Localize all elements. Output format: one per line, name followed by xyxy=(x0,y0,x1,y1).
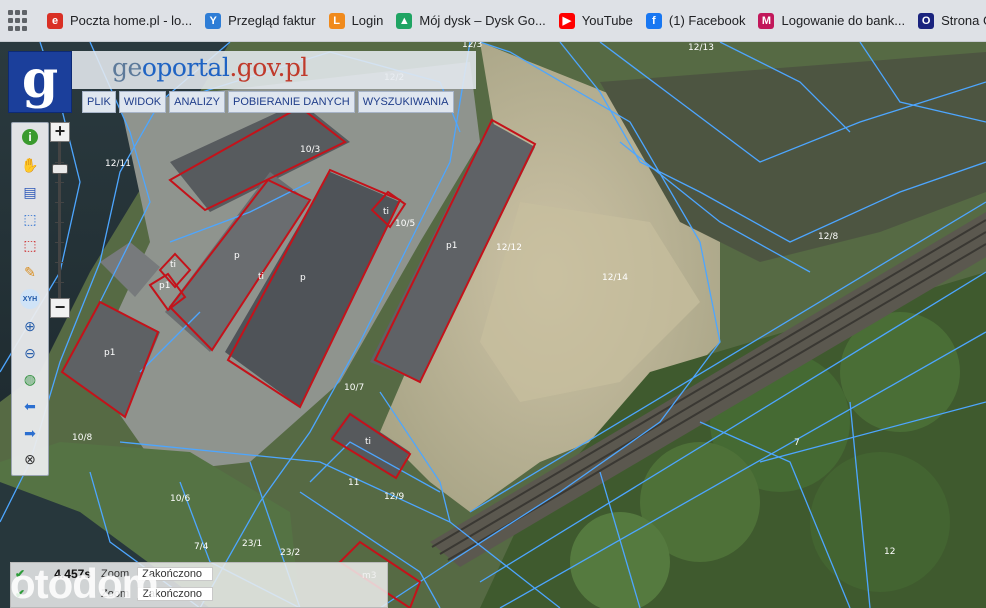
parcel-number: 12/14 xyxy=(602,273,628,283)
bookmark-list: e Poczta home.pl - lo... Y Przegląd faktur L… xyxy=(47,12,986,29)
parcel-number: 12/13 xyxy=(688,43,714,53)
parcel-number: 12/9 xyxy=(384,492,404,502)
building-code: ti xyxy=(383,207,389,217)
building-code: ti xyxy=(170,260,176,270)
building-code: p1 xyxy=(104,348,115,358)
parcel-number: 11 xyxy=(348,478,359,488)
select-rectangle-icon[interactable]: ⬚ xyxy=(20,209,40,229)
invoice-icon: Y xyxy=(205,12,222,29)
bank-icon: M xyxy=(758,12,775,29)
parcel-number: 7/4 xyxy=(194,542,209,552)
zoom-slider[interactable]: + − xyxy=(49,122,71,318)
bookmark-0[interactable]: e Poczta home.pl - lo... xyxy=(47,12,193,29)
parcel-number: 12/11 xyxy=(105,159,131,169)
parcel-number: 23/2 xyxy=(280,548,300,558)
bookmark-1[interactable]: Y Przegląd faktur xyxy=(205,12,316,29)
map-view[interactable]: 12/3 12/13 12/11 10/3 10/5 12/12 12/14 12/8 10/7… xyxy=(0,42,986,608)
parcel-number: 12/8 xyxy=(818,232,838,242)
bookmark-6[interactable]: M Logowanie do bank... xyxy=(758,12,906,29)
bookmark-label: Strona Głó xyxy=(941,13,986,28)
info-icon[interactable]: i xyxy=(22,129,38,145)
bookmark-4[interactable]: ▶ YouTube xyxy=(558,12,633,29)
bookmark-label: Logowanie do bank... xyxy=(781,13,906,28)
menu-widok[interactable]: WIDOK xyxy=(118,91,167,113)
building-code: p xyxy=(300,273,306,283)
login-icon: L xyxy=(328,12,345,29)
zoom-tick xyxy=(55,162,64,163)
map-toolbar: i ✋ ▤ ⬚ ⬚ ✎ XYH ⊕ ⊖ ◍ ⬅ ➡ ⊗ xyxy=(11,122,49,476)
bookmark-label: YouTube xyxy=(581,13,633,28)
parcel-number: 12/3 xyxy=(462,42,482,50)
xyh-coordinates-icon[interactable]: XYH xyxy=(20,289,40,309)
reset-icon[interactable]: ⊗ xyxy=(20,449,40,469)
bookmark-5[interactable]: f (1) Facebook xyxy=(645,12,746,29)
youtube-icon: ▶ xyxy=(558,12,575,29)
menu-pobieranie-danych[interactable]: POBIERANIE DANYCH xyxy=(228,91,355,113)
building-code: p xyxy=(234,251,240,261)
apps-grid-icon[interactable] xyxy=(8,9,27,32)
parcel-number: 10/7 xyxy=(344,383,364,393)
main-menu: PLIK WIDOK ANALIZY POBIERANIE DANYCH WYSZUKI… xyxy=(82,91,454,113)
zoom-plus-button[interactable]: + xyxy=(50,122,70,142)
geoportal-logo[interactable]: g xyxy=(8,51,72,113)
facebook-icon: f xyxy=(645,12,662,29)
geoportal-title: geoportal.gov.pl xyxy=(112,53,308,82)
bookmark-label: Poczta home.pl - lo... xyxy=(70,13,193,28)
bookmark-2[interactable]: L Login xyxy=(328,12,384,29)
aerial-orthophoto: 12/3 12/13 12/11 10/3 10/5 12/12 12/14 12/8 10/7… xyxy=(0,42,986,608)
zoom-tick xyxy=(55,222,64,223)
parcel-number: 10/5 xyxy=(395,219,415,229)
google-drive-icon: ▲ xyxy=(396,12,413,29)
bookmark-7[interactable]: O Strona Głó xyxy=(918,12,986,29)
parcel-number: 10/3 xyxy=(300,145,320,155)
back-arrow-icon[interactable]: ⬅ xyxy=(20,396,40,416)
zoom-tick xyxy=(55,242,64,243)
circle-logo-icon: O xyxy=(918,12,935,29)
parcel-number: 10/8 xyxy=(72,433,92,443)
forward-arrow-icon[interactable]: ➡ xyxy=(20,423,40,443)
bookmark-label: Przegląd faktur xyxy=(228,13,316,28)
bookmarks-bar: e Poczta home.pl - lo... Y Przegląd faktur L… xyxy=(0,0,986,42)
bookmark-label: Login xyxy=(351,13,384,28)
parcel-number: 10/6 xyxy=(170,494,190,504)
zoom-tick xyxy=(55,282,64,283)
parcel-number: 7 xyxy=(794,438,800,448)
building-code: p1 xyxy=(446,241,457,251)
parcel-number: 23/1 xyxy=(242,539,262,549)
geoportal-header: g geoportal.gov.pl PLIK WIDOK ANALIZY POBIE… xyxy=(8,51,476,113)
parcel-number: 12 xyxy=(884,547,895,557)
menu-plik[interactable]: PLIK xyxy=(82,91,116,113)
bookmark-label: Mój dysk – Dysk Go... xyxy=(419,13,546,28)
home-pl-icon: e xyxy=(47,12,63,29)
zoom-in-icon[interactable]: ⊕ xyxy=(20,316,40,336)
building-code: p1 xyxy=(159,281,170,291)
zoom-minus-button[interactable]: − xyxy=(50,298,70,318)
watermark-logo: otodom xyxy=(10,560,159,607)
zoom-handle[interactable] xyxy=(52,164,68,174)
zoom-out-icon[interactable]: ⊖ xyxy=(20,343,40,363)
zoom-tick xyxy=(55,262,64,263)
menu-analizy[interactable]: ANALIZY xyxy=(169,91,225,113)
layers-list-icon[interactable]: ▤ xyxy=(20,182,40,202)
zoom-tick xyxy=(55,182,64,183)
pan-hand-icon[interactable]: ✋ xyxy=(20,155,40,175)
building-code: ti xyxy=(365,437,371,447)
globe-icon[interactable]: ◍ xyxy=(20,369,40,389)
pencil-icon[interactable]: ✎ xyxy=(20,262,40,282)
select-red-icon[interactable]: ⬚ xyxy=(20,235,40,255)
parcel-number: 12/12 xyxy=(496,243,522,253)
building-code: ti xyxy=(258,272,264,282)
bookmark-label: (1) Facebook xyxy=(668,13,746,28)
menu-wyszukiwania[interactable]: WYSZUKIWANIA xyxy=(357,91,454,113)
zoom-tick xyxy=(55,202,64,203)
bookmark-3[interactable]: ▲ Mój dysk – Dysk Go... xyxy=(396,12,546,29)
